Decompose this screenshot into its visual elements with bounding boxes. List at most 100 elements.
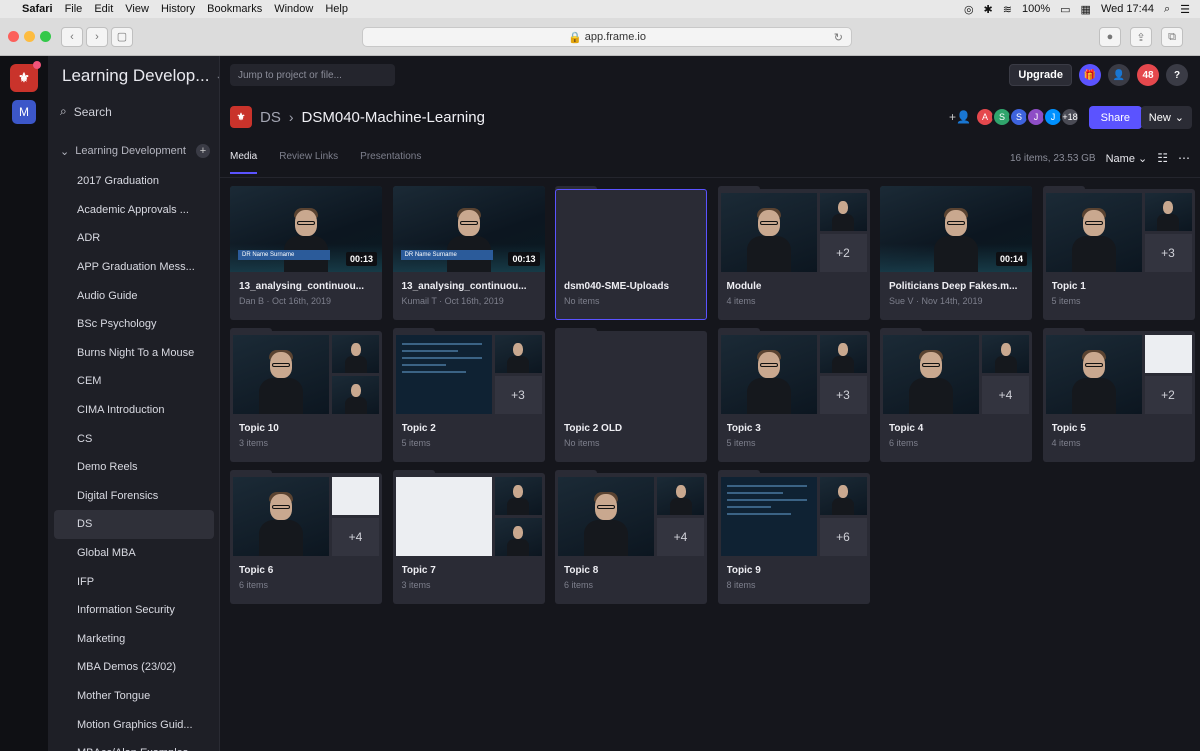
clock[interactable]: Wed 17:44 <box>1101 3 1154 15</box>
account-m-icon[interactable]: M <box>12 100 36 124</box>
menu-app[interactable]: Safari <box>22 3 53 15</box>
sidebar-item-project[interactable]: ADR <box>54 224 214 253</box>
sidebar-item-project[interactable]: Information Security <box>54 596 214 625</box>
asset-card-folder[interactable]: +3 Topic 3 5 items <box>717 328 870 462</box>
new-button[interactable]: New ⌄ <box>1140 106 1192 129</box>
asset-card-folder[interactable]: Topic 10 3 items <box>230 328 382 462</box>
sidebar-item-project[interactable]: MBA Demos (23/02) <box>54 653 214 682</box>
more-options-icon[interactable]: ⋯ <box>1178 151 1190 165</box>
more-collaborators-badge[interactable]: +18 <box>1060 107 1080 127</box>
search-icon: ⌕ <box>60 104 67 118</box>
wifi-icon[interactable]: ≋ <box>1003 3 1012 16</box>
bluetooth-icon[interactable]: ✱ <box>984 3 993 16</box>
list-view-icon[interactable]: ☷ <box>1157 151 1168 165</box>
menu-window[interactable]: Window <box>274 3 313 15</box>
sort-dropdown[interactable]: Name ⌄ <box>1106 152 1148 165</box>
sidebar-item-project[interactable]: Global MBA <box>54 539 214 568</box>
reload-icon[interactable]: ↻ <box>834 31 843 44</box>
asset-card-folder[interactable]: Topic 2 OLD No items <box>555 328 707 462</box>
asset-meta: 5 items <box>726 438 756 448</box>
menu-view[interactable]: View <box>125 3 149 15</box>
presenter-thumbnail <box>507 485 529 515</box>
zoom-window-button[interactable] <box>40 31 51 42</box>
asset-card-folder[interactable]: +3 Topic 2 5 items <box>392 328 545 462</box>
upgrade-button[interactable]: Upgrade <box>1009 64 1072 86</box>
battery-level[interactable]: 100% <box>1022 3 1050 15</box>
add-project-icon[interactable]: + <box>196 144 210 158</box>
share-sheet-icon[interactable]: ⇪ <box>1130 27 1152 47</box>
asset-name: Topic 2 <box>401 423 436 434</box>
forward-button[interactable]: › <box>86 26 108 47</box>
menu-history[interactable]: History <box>161 3 195 15</box>
breadcrumb-parent[interactable]: DS <box>260 109 281 126</box>
add-collaborator-icon[interactable]: +👤 <box>949 107 971 127</box>
sidebar-item-project[interactable]: Motion Graphics Guid... <box>54 710 214 739</box>
close-window-button[interactable] <box>8 31 19 42</box>
notification-center-icon[interactable]: ☰ <box>1180 3 1190 16</box>
tab-review-links[interactable]: Review Links <box>279 151 338 174</box>
tab-presentations[interactable]: Presentations <box>360 151 421 174</box>
team-switcher[interactable]: Learning Develop... ⌄ <box>62 66 219 86</box>
asset-card-folder[interactable]: +6 Topic 9 8 items <box>717 470 870 604</box>
asset-card-folder[interactable]: +4 Topic 6 6 items <box>230 470 382 604</box>
asset-card-video[interactable]: 00:14 Politicians Deep Fakes.m... Sue V · … <box>880 186 1032 320</box>
sidebar-item-project[interactable]: Audio Guide <box>54 281 214 310</box>
tab-media[interactable]: Media <box>230 151 258 174</box>
sidebar-item-project[interactable]: CEM <box>54 367 214 396</box>
sidebar-item-project[interactable]: Demo Reels <box>54 453 214 482</box>
sidebar-item-project[interactable]: Mother Tongue <box>54 682 214 711</box>
asset-card-folder[interactable]: +3 Topic 1 5 items <box>1042 186 1195 320</box>
sidebar-item-project[interactable]: Marketing <box>54 625 214 654</box>
sidebar-item-project[interactable]: BSc Psychology <box>54 310 214 339</box>
sidebar-item-project[interactable]: DS <box>54 510 214 539</box>
tabs-overview-icon[interactable]: ⧉ <box>1161 27 1183 47</box>
asset-name: 13_analysing_continuou... <box>239 281 365 292</box>
team-logo-icon[interactable]: ⚜ <box>10 61 41 92</box>
minimize-window-button[interactable] <box>24 31 35 42</box>
sidebar-search[interactable]: ⌕ Search <box>60 104 112 119</box>
jump-search-input[interactable]: Jump to project or file... <box>230 64 395 86</box>
menu-file[interactable]: File <box>65 3 83 15</box>
asset-card-folder[interactable]: +2 Module 4 items <box>717 186 870 320</box>
lower-third-caption: DR Name Surname <box>238 250 330 260</box>
sidebar-item-project[interactable]: Academic Approvals ... <box>54 196 214 225</box>
asset-card-folder[interactable]: Topic 7 3 items <box>392 470 545 604</box>
sidebar-item-project[interactable]: APP Graduation Mess... <box>54 253 214 282</box>
sidebar-item-project[interactable]: 2017 Graduation <box>54 167 214 196</box>
share-button[interactable]: Share <box>1088 106 1142 129</box>
creative-cloud-icon[interactable]: ◎ <box>964 3 974 16</box>
spotlight-icon[interactable]: ⌕ <box>1164 3 1170 16</box>
asset-card-folder[interactable]: +4 Topic 4 6 items <box>880 328 1032 462</box>
presenter-thumbnail <box>832 485 854 515</box>
menu-edit[interactable]: Edit <box>94 3 113 15</box>
help-button[interactable]: ? <box>1166 64 1188 86</box>
presenter-thumbnail <box>584 492 628 556</box>
menu-help[interactable]: Help <box>325 3 348 15</box>
sidebar-item-project[interactable]: IFP <box>54 567 214 596</box>
more-items-count: +4 <box>982 376 1029 414</box>
sidebar-item-project[interactable]: Burns Night To a Mouse <box>54 339 214 368</box>
sidebar-item-project[interactable]: MBAcc/Alan Examples <box>54 739 214 751</box>
more-items-count: +4 <box>332 518 379 556</box>
address-bar[interactable]: 🔒 app.frame.io ↻ <box>362 27 852 47</box>
user-icon[interactable]: 👤 <box>1108 64 1130 86</box>
asset-card-folder[interactable]: +2 Topic 5 4 items <box>1042 328 1195 462</box>
menu-bookmarks[interactable]: Bookmarks <box>207 3 262 15</box>
extension-icon[interactable]: ● <box>1099 27 1121 47</box>
sidebar-item-project[interactable]: CIMA Introduction <box>54 396 214 425</box>
collaborators[interactable]: +👤 A S S J J +18 <box>949 107 1080 127</box>
sidebar-toggle-icon[interactable]: ▢ <box>111 26 133 47</box>
team-folder[interactable]: ⌄ Learning Development + <box>60 144 210 158</box>
sidebar-item-project[interactable]: CS <box>54 424 214 453</box>
gift-icon[interactable]: 🎁 <box>1079 64 1101 86</box>
asset-card-video[interactable]: DR Name Surname 00:13 13_analysing_continu… <box>392 186 545 320</box>
asset-card-folder[interactable]: +4 Topic 8 6 items <box>555 470 707 604</box>
asset-card-folder[interactable]: dsm040-SME-Uploads No items <box>555 186 707 320</box>
asset-card-video[interactable]: DR Name Surname 00:13 13_analysing_continu… <box>230 186 382 320</box>
sidebar-item-project[interactable]: Digital Forensics <box>54 482 214 511</box>
notifications-badge[interactable]: 48 <box>1137 64 1159 86</box>
flag-icon[interactable]: ▦ <box>1081 3 1091 16</box>
back-button[interactable]: ‹ <box>61 26 83 47</box>
duration-badge: 00:13 <box>345 252 377 266</box>
more-items-count: +2 <box>819 234 867 272</box>
